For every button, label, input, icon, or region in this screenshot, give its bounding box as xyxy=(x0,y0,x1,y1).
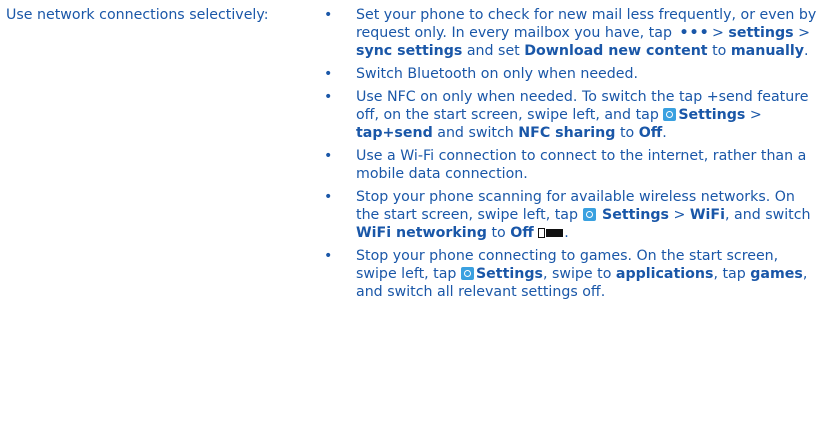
tips-list: • Set your phone to check for new mail l… xyxy=(324,6,818,306)
bullet-icon: • xyxy=(324,248,333,264)
bullet-icon: • xyxy=(324,148,333,164)
list-item: • Switch Bluetooth on only when needed. xyxy=(324,66,639,82)
bullet-icon: • xyxy=(324,66,333,82)
list-item: • Use a Wi-Fi connection to connect to t… xyxy=(324,148,807,182)
more-ellipsis-icon: ••• xyxy=(679,25,710,41)
list-item: • Stop your phone connecting to games. O… xyxy=(324,248,808,300)
list-item: • Set your phone to check for new mail l… xyxy=(324,7,817,59)
document-page: Use network connections selectively: • S… xyxy=(0,0,825,427)
section-label: Use network connections selectively: xyxy=(6,7,269,23)
bullet-icon: • xyxy=(324,89,333,105)
list-item: • Stop your phone scanning for available… xyxy=(324,189,811,241)
settings-gear-icon xyxy=(663,108,677,121)
bullet-icon: • xyxy=(324,7,333,23)
bullet-icon: • xyxy=(324,189,333,205)
settings-gear-icon xyxy=(460,267,474,280)
toggle-off-icon xyxy=(538,228,564,238)
list-item: • Use NFC on only when needed. To switch… xyxy=(324,89,809,141)
settings-gear-icon xyxy=(582,208,596,221)
